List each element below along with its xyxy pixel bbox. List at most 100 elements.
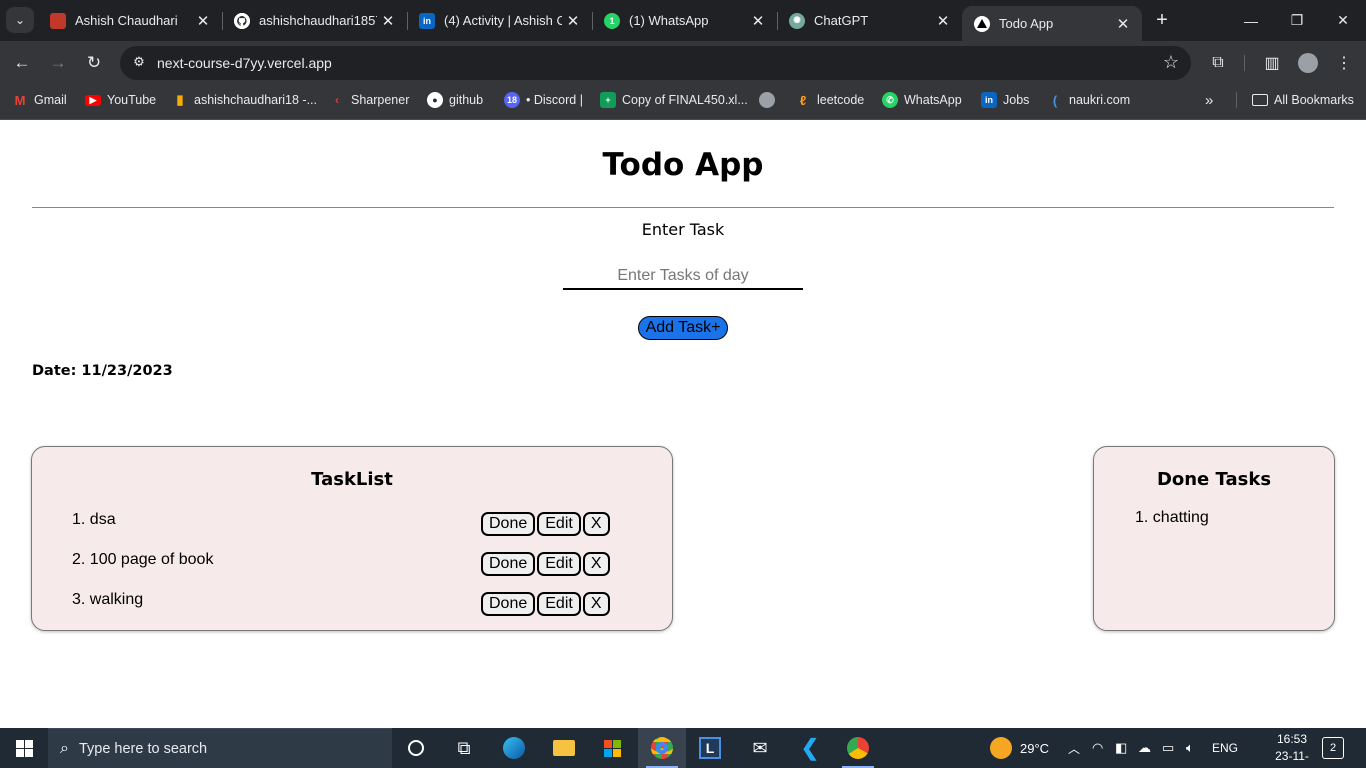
windows-taskbar: ⌕ Type here to search ⧉ L ✉ ❮ 29°C ︿ ◠ ◧… xyxy=(0,728,1366,768)
bookmark-globe[interactable] xyxy=(759,85,781,115)
bookmark-label: naukri.com xyxy=(1069,93,1131,107)
screen: ⌄ Ashish Chaudhari ✕ ashishchaudhari1857… xyxy=(0,0,1366,768)
taskbar-search-box[interactable]: ⌕ Type here to search xyxy=(48,728,392,768)
bookmark-label: • Discord | xyxy=(526,93,583,107)
weather-widget[interactable]: 29°C xyxy=(990,728,1049,768)
minimize-icon[interactable]: — xyxy=(1228,0,1274,41)
close-icon[interactable]: ✕ xyxy=(377,12,399,30)
sheets-icon: + xyxy=(600,92,616,108)
notification-center-icon[interactable]: 2 xyxy=(1322,737,1344,759)
folder-icon xyxy=(1252,94,1268,106)
linkedin-icon: in xyxy=(419,12,435,29)
tab-search-chevron-icon[interactable]: ⌄ xyxy=(6,7,34,33)
tab-title: ChatGPT xyxy=(814,13,869,28)
clock[interactable]: 16:53 23-11-2023 xyxy=(1262,731,1322,768)
add-task-button[interactable]: Add Task+ xyxy=(638,316,728,340)
address-bar[interactable]: ⚙ next-course-d7yy.vercel.app ☆ xyxy=(120,46,1191,80)
task-text: 3. walking xyxy=(72,591,144,608)
task-text: 1. dsa xyxy=(72,511,116,528)
edit-button[interactable]: Edit xyxy=(537,552,581,576)
bookmark-naukri[interactable]: ( naukri.com xyxy=(1047,85,1130,115)
bookmark-leetcode[interactable]: ℓ leetcode xyxy=(795,85,864,115)
tray-chevron-icon[interactable]: ︿ xyxy=(1068,728,1080,768)
task-view-icon[interactable]: ⧉ xyxy=(440,728,488,768)
language-indicator[interactable]: ENG xyxy=(1212,728,1238,768)
tab-title: Todo App xyxy=(999,16,1054,31)
edit-button[interactable]: Edit xyxy=(537,512,581,536)
all-bookmarks[interactable]: All Bookmarks xyxy=(1252,85,1354,115)
extensions-puzzle-icon[interactable]: ⧉ xyxy=(1204,49,1232,77)
tab-linkedin[interactable]: in (4) Activity | Ashish Ch ✕ xyxy=(407,0,593,41)
edit-button[interactable]: Edit xyxy=(537,592,581,616)
naukri-icon: ( xyxy=(1052,92,1058,108)
bookmark-jobs[interactable]: in Jobs xyxy=(981,85,1029,115)
vscode-icon[interactable]: ❮ xyxy=(786,728,834,768)
close-icon[interactable]: ✕ xyxy=(562,12,584,30)
gmail-icon: M xyxy=(14,92,26,108)
done-button[interactable]: Done xyxy=(481,592,536,616)
bookmark-label: Gmail xyxy=(34,93,67,107)
more-menu-icon[interactable]: ⋮ xyxy=(1330,49,1358,77)
profile-photo-icon xyxy=(50,12,66,29)
battery-icon[interactable]: ▭ xyxy=(1162,728,1174,768)
close-icon[interactable]: ✕ xyxy=(192,12,214,30)
reload-icon[interactable]: ↻ xyxy=(80,49,108,77)
tab-chatgpt[interactable]: ✺ ChatGPT ✕ xyxy=(777,0,962,41)
file-explorer-icon[interactable] xyxy=(540,728,588,768)
delete-button[interactable]: X xyxy=(582,552,610,576)
restore-icon[interactable]: ❐ xyxy=(1274,0,1320,41)
back-arrow-icon[interactable]: ← xyxy=(8,49,36,77)
bookmark-github[interactable]: ● github xyxy=(427,85,483,115)
mail-icon[interactable]: ✉ xyxy=(736,728,784,768)
windows-start-icon[interactable] xyxy=(0,728,48,768)
done-button[interactable]: Done xyxy=(481,512,536,536)
bookmark-label: Jobs xyxy=(1003,93,1030,107)
microsoft-store-icon[interactable] xyxy=(588,728,636,768)
url-text[interactable]: next-course-d7yy.vercel.app xyxy=(157,55,332,71)
cloud-icon[interactable]: ☁ xyxy=(1138,728,1151,768)
tab-whatsapp[interactable]: 1 (1) WhatsApp ✕ xyxy=(592,0,778,41)
tab-ashish-chaudhari[interactable]: Ashish Chaudhari ✕ xyxy=(38,0,223,41)
app-l-icon[interactable]: L xyxy=(686,728,734,768)
site-settings-icon[interactable]: ⚙ xyxy=(130,54,148,72)
bookmark-whatsapp[interactable]: ✆ WhatsApp xyxy=(882,85,962,115)
camera-icon[interactable]: ◧ xyxy=(1115,728,1127,768)
task-actions: Done Edit X xyxy=(481,552,612,576)
delete-button[interactable]: X xyxy=(582,592,610,616)
delete-button[interactable]: X xyxy=(582,512,610,536)
page-title: Todo App xyxy=(602,147,764,183)
wifi-icon[interactable]: ◠ xyxy=(1092,728,1103,768)
analytics-icon: ▮ xyxy=(176,92,184,107)
bookmark-discord[interactable]: 18 • Discord | xyxy=(504,85,583,115)
window-close-icon[interactable]: ✕ xyxy=(1320,0,1366,41)
done-button[interactable]: Done xyxy=(481,552,536,576)
bookmark-sharpener[interactable]: ‹ Sharpener xyxy=(329,85,409,115)
close-icon[interactable]: ✕ xyxy=(747,12,769,30)
bookmarks-overflow-chevron-icon[interactable]: » xyxy=(1205,85,1213,115)
task-input[interactable] xyxy=(563,264,803,290)
edge-icon[interactable] xyxy=(490,728,538,768)
bookmark-star-icon[interactable]: ☆ xyxy=(1163,52,1179,73)
tab-github[interactable]: ashishchaudhari1857/ ✕ xyxy=(222,0,408,41)
linkedin-icon: in xyxy=(981,92,997,108)
bookmarks-divider xyxy=(1236,92,1237,108)
close-icon[interactable]: ✕ xyxy=(932,12,954,30)
side-panel-icon[interactable]: ▥ xyxy=(1258,49,1286,77)
chrome-icon[interactable] xyxy=(638,728,686,768)
profile-avatar-icon[interactable] xyxy=(1294,49,1322,77)
close-icon[interactable]: ✕ xyxy=(1112,15,1134,33)
bookmark-gmail[interactable]: M Gmail xyxy=(12,85,67,115)
browser-tab-strip: ⌄ Ashish Chaudhari ✕ ashishchaudhari1857… xyxy=(0,0,1366,41)
cortana-icon[interactable] xyxy=(392,728,440,768)
bookmark-label: YouTube xyxy=(107,93,157,107)
new-tab-plus-icon[interactable]: + xyxy=(1150,8,1174,32)
tab-todo-app[interactable]: Todo App ✕ xyxy=(962,6,1142,41)
bookmark-youtube[interactable]: ▶ YouTube xyxy=(85,85,156,115)
bookmark-label: leetcode xyxy=(817,93,865,107)
search-placeholder: Type here to search xyxy=(78,740,208,757)
bookmark-analytics[interactable]: ▮ ashishchaudhari18 -... xyxy=(172,85,317,115)
chrome-profile-icon[interactable] xyxy=(834,728,882,768)
forward-arrow-icon[interactable]: → xyxy=(44,49,72,77)
bookmark-sheet[interactable]: + Copy of FINAL450.xl... xyxy=(600,85,748,115)
volume-icon[interactable]: 🔈︎ xyxy=(1186,728,1194,768)
